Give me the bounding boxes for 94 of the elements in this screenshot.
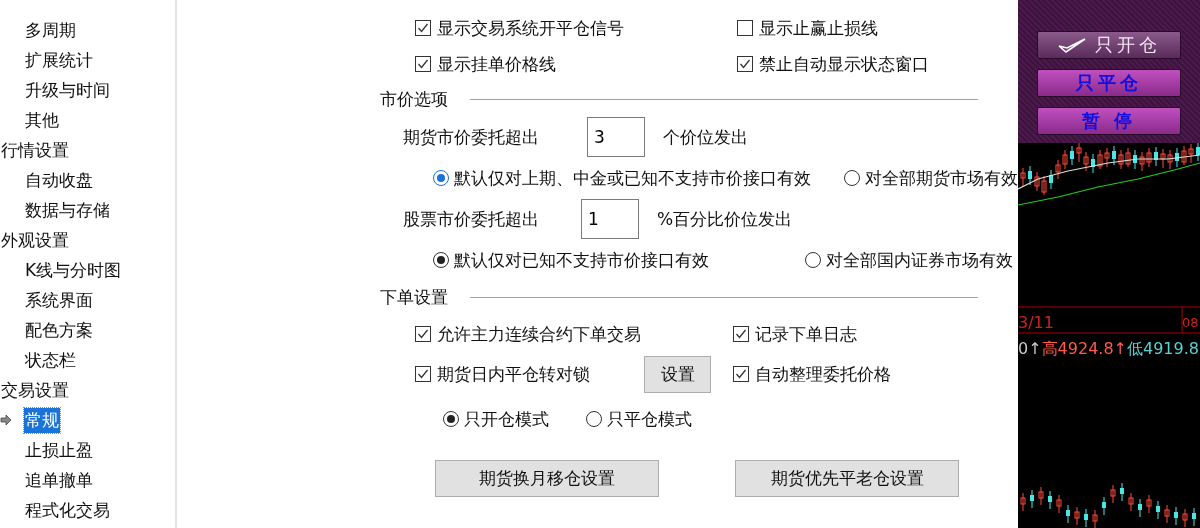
candlestick (1138, 498, 1142, 518)
candlestick (1146, 494, 1152, 514)
candlestick (1164, 504, 1170, 524)
candlestick (1030, 489, 1034, 509)
checkbox-label: 显示止赢止损线 (759, 16, 878, 40)
candlestick (1192, 507, 1196, 527)
tree-item[interactable]: K线与分时图 (24, 257, 123, 283)
check-icon (1057, 37, 1087, 53)
tree-item[interactable]: 其他 (24, 107, 60, 133)
candlestick (1156, 500, 1160, 520)
candlestick (1066, 504, 1070, 524)
section-title: 市价选项 (380, 87, 448, 111)
price-label: 高4924.8↑ (1041, 339, 1127, 360)
radio-label: 默认仅对上期、中金或已知不支持市价接口有效 (454, 166, 811, 190)
checkbox[interactable] (733, 326, 749, 342)
input-field[interactable]: 3 (587, 117, 645, 157)
candlestick (1182, 508, 1188, 528)
settings-button[interactable]: 期货换月移仓设置 (435, 460, 659, 497)
field-label: 期货市价委托超出 (403, 125, 540, 149)
radio-label: 默认仅对已知不支持市价接口有效 (454, 248, 709, 272)
radio-label: 对全部期货市场有效 (865, 166, 1018, 190)
checkbox[interactable] (737, 56, 753, 72)
radio-label: 只平仓模式 (607, 407, 692, 431)
checkbox-label: 记录下单日志 (755, 322, 857, 346)
tree-item[interactable]: 追单撤单 (24, 467, 94, 493)
field-label: 股票市价委托超出 (403, 207, 540, 231)
candlestick (1070, 145, 1074, 166)
arrow-icon (0, 414, 12, 426)
tree-group[interactable]: 行情设置 (0, 137, 70, 163)
tree-item[interactable]: 数据与存储 (24, 197, 111, 223)
checkbox[interactable] (415, 366, 431, 382)
radio-label: 对全部国内证券市场有效 (826, 248, 1013, 272)
candlestick (1048, 490, 1052, 510)
candlestick (1174, 506, 1178, 526)
tree-item[interactable]: 程式化交易 (24, 497, 111, 523)
tree-group[interactable]: 外观设置 (0, 227, 70, 253)
tree-item[interactable]: 多周期 (24, 17, 77, 43)
candlestick (1020, 167, 1026, 188)
tree-item[interactable]: 状态栏 (24, 347, 77, 373)
price-label: 低4919.8 (1127, 339, 1199, 360)
candlestick (1038, 486, 1044, 506)
candlestick (1084, 508, 1088, 528)
settings-button[interactable]: 期货优先平老仓设置 (735, 460, 959, 497)
checkbox[interactable] (415, 326, 431, 342)
candlestick (1049, 169, 1053, 190)
candlestick (1102, 496, 1106, 516)
radio-label: 只开仓模式 (464, 407, 549, 431)
checkbox-label: 允许主力连续合约下单交易 (437, 322, 641, 346)
tree-item[interactable]: 系统界面 (24, 287, 94, 313)
tree-item[interactable]: 升级与时间 (24, 77, 111, 103)
candlestick (1020, 492, 1026, 512)
checkbox[interactable] (733, 366, 749, 382)
checkbox-label: 禁止自动显示状态窗口 (759, 52, 929, 76)
checkbox-label: 自动整理委托价格 (755, 362, 891, 386)
candlestick (1092, 509, 1098, 528)
tree-group[interactable]: 交易设置 (0, 377, 70, 403)
settings-button[interactable]: 设置 (644, 355, 711, 393)
radio-button[interactable] (586, 411, 602, 427)
checkbox[interactable] (415, 56, 431, 72)
tree-item[interactable]: 扩展统计 (24, 47, 94, 73)
checkbox-label: 显示交易系统开平仓信号 (437, 16, 624, 40)
price-label: 0↑ (1018, 339, 1042, 360)
radio-button[interactable] (443, 411, 459, 427)
tree-item[interactable]: 自动收盘 (24, 167, 94, 193)
tree-item[interactable]: 常规 (24, 407, 60, 433)
candlestick (1112, 145, 1116, 166)
candlestick (1056, 494, 1062, 514)
field-label: %百分比价位发出 (657, 207, 793, 231)
field-label: 个价位发出 (663, 125, 748, 149)
candlestick (1074, 506, 1080, 526)
checkbox[interactable] (415, 20, 431, 36)
section-title: 下单设置 (380, 285, 448, 309)
candlestick (1091, 153, 1095, 174)
axis-label: 08 (1182, 315, 1199, 330)
candlestick (1028, 165, 1032, 186)
candlestick (1110, 484, 1116, 504)
radio-button[interactable] (844, 170, 860, 186)
axis-label: 3/11 (1018, 313, 1054, 332)
candlestick (1154, 146, 1158, 167)
candlestick (1133, 149, 1137, 170)
input-field[interactable]: 1 (581, 199, 639, 239)
mode-button[interactable]: 只开仓 (1037, 31, 1181, 59)
tree-item[interactable]: 止损止盈 (24, 437, 94, 463)
candlestick (1128, 492, 1134, 512)
radio-button[interactable] (433, 252, 449, 268)
checkbox-label: 期货日内平仓转对锁 (437, 362, 590, 386)
radio-button[interactable] (433, 170, 449, 186)
candlestick (1196, 143, 1200, 162)
radio-button[interactable] (805, 252, 821, 268)
tree-item[interactable]: 配色方案 (24, 317, 94, 343)
checkbox[interactable] (737, 20, 753, 36)
checkbox-label: 显示挂单价格线 (437, 52, 556, 76)
candlestick (1175, 147, 1179, 168)
candlestick (1120, 482, 1124, 502)
